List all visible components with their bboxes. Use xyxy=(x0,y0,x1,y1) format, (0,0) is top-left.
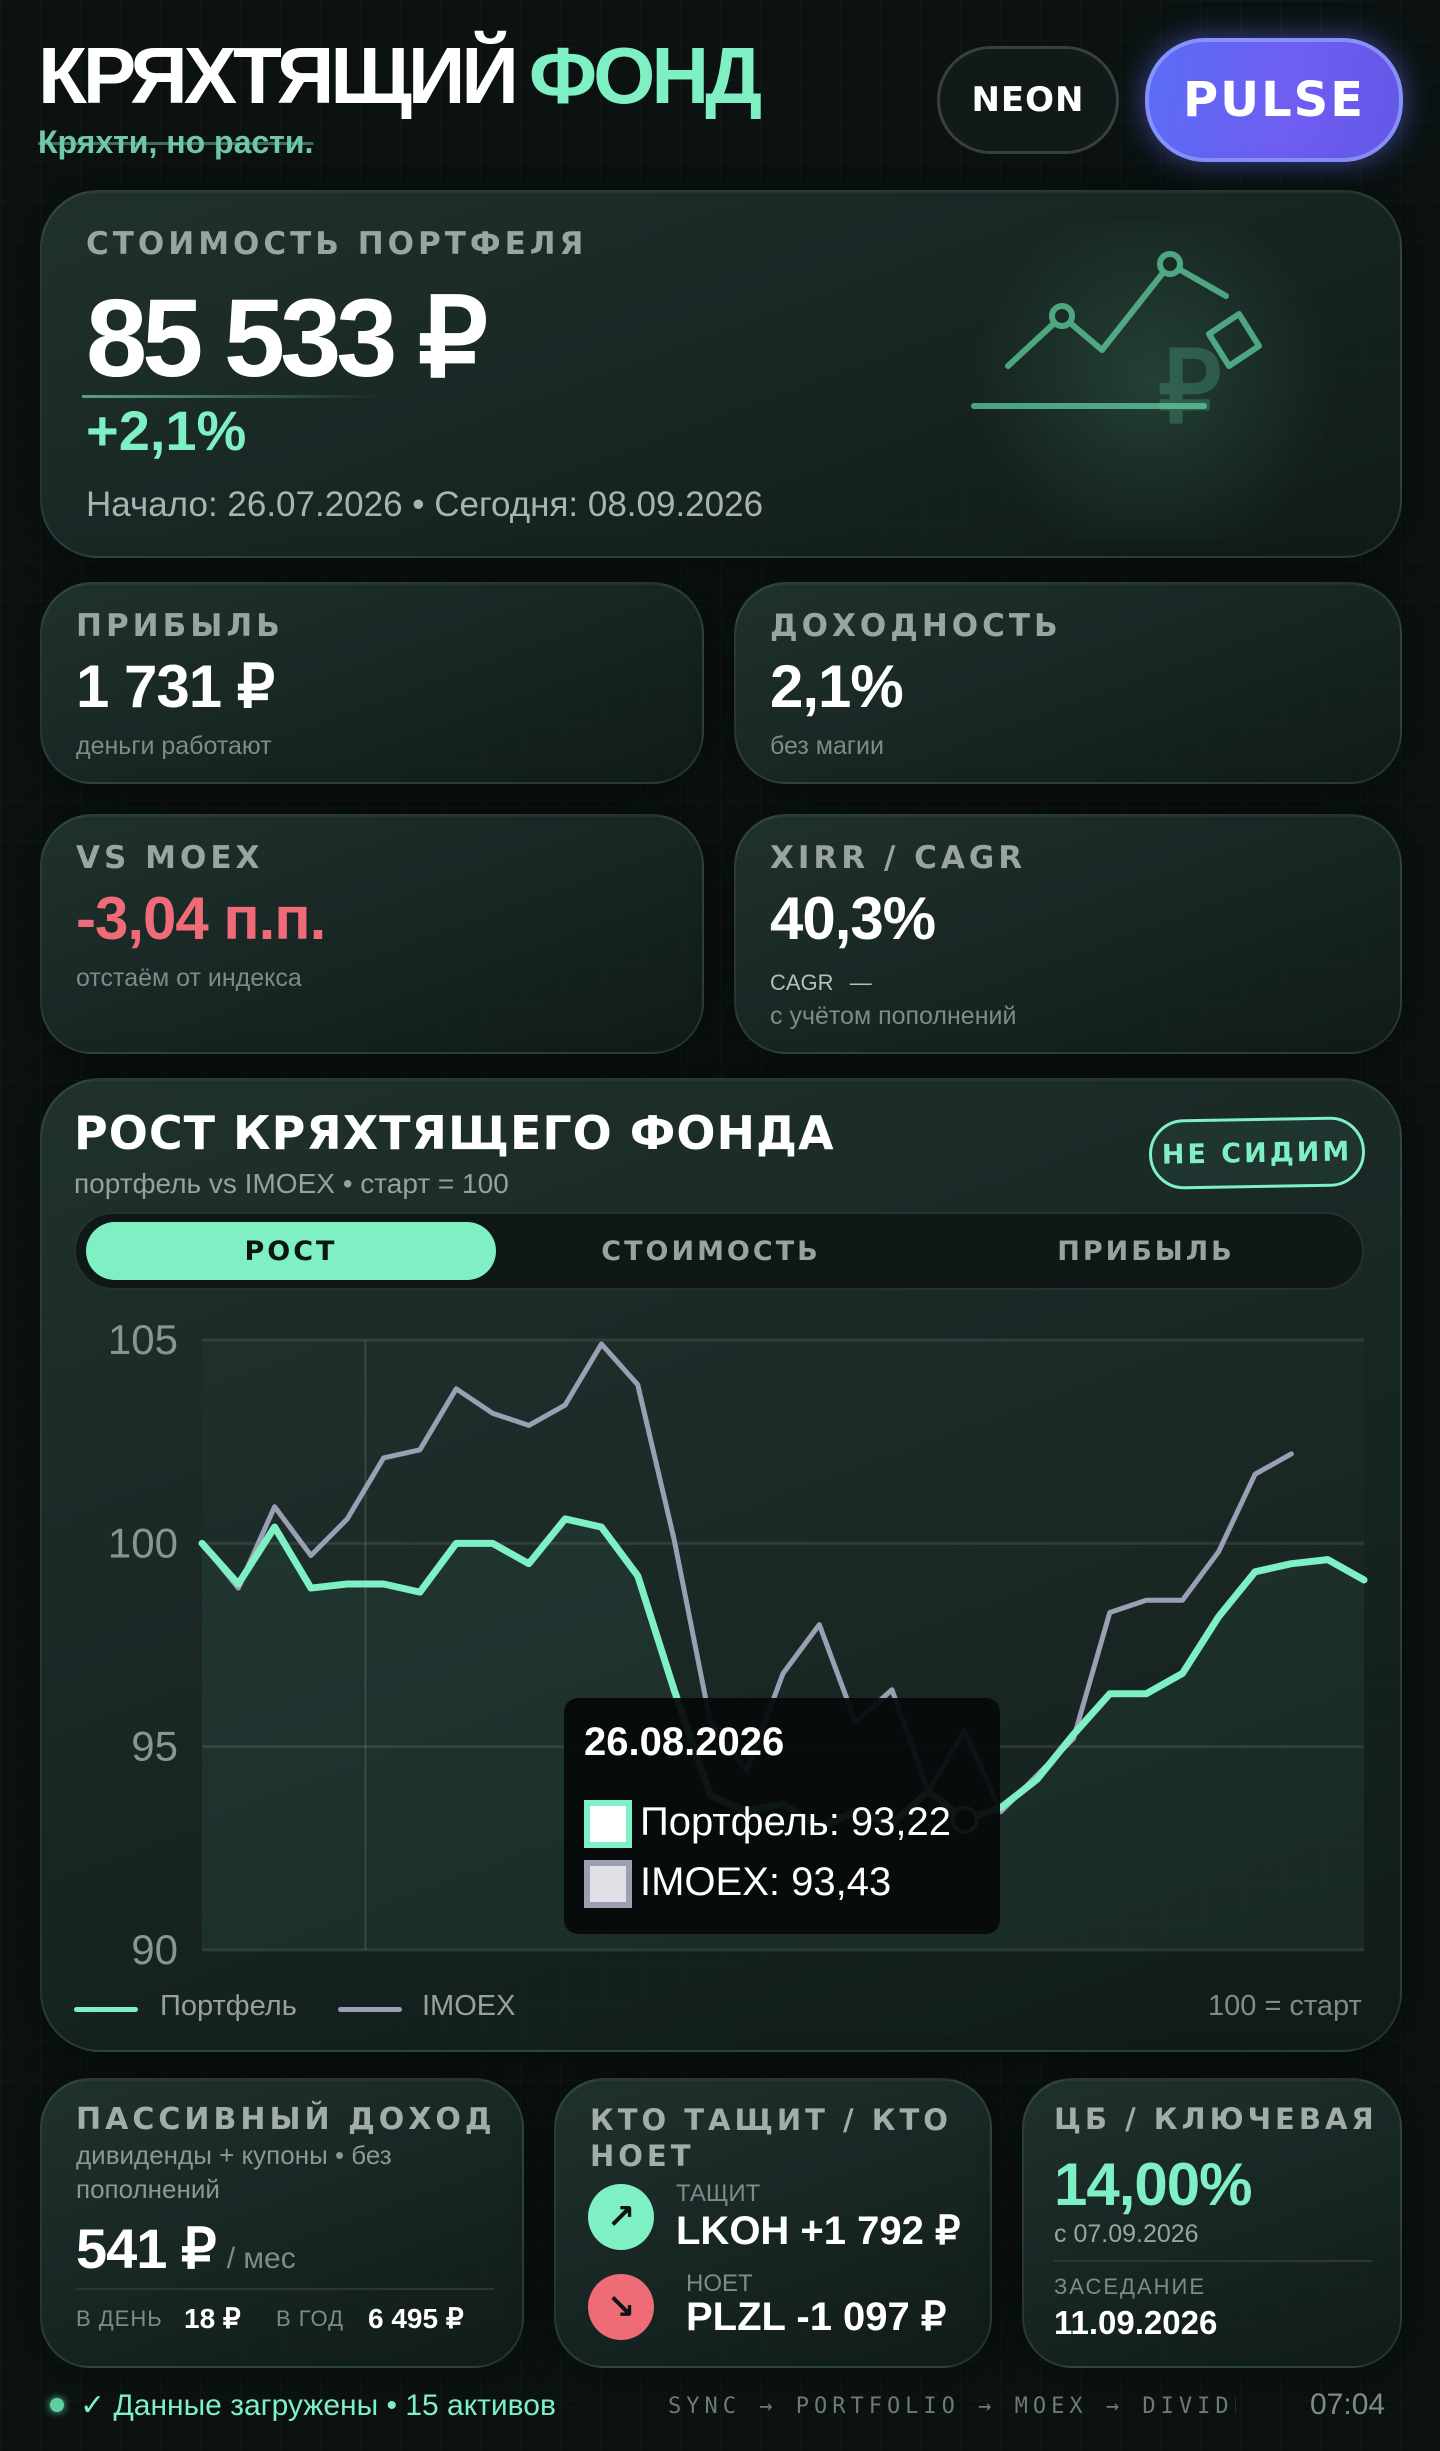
tooltip-imoex-swatch xyxy=(584,1860,632,1908)
yield-card: ДОХОДНОСТЬ 2,1% без магии xyxy=(734,582,1402,784)
vs-moex-sub: отстаём от индекса xyxy=(76,964,302,992)
tab-growth[interactable]: РОСТ xyxy=(86,1222,496,1280)
legend-note: 100 = старт xyxy=(1208,1990,1362,2022)
cagr-row: CAGR — xyxy=(770,970,872,996)
legend-portfolio-label: Портфель xyxy=(160,1990,297,2022)
passive-income-card: ПАССИВНЫЙ ДОХОД дивиденды + купоны • без… xyxy=(40,2078,524,2368)
portfolio-label: СТОИМОСТЬ ПОРТФЕЛЯ xyxy=(86,226,588,262)
vs-moex-card: VS MOEX -3,04 п.п. отстаём от индекса xyxy=(40,814,704,1054)
app-title: КРЯХТЯЩИЙ ФОНД xyxy=(38,30,762,122)
portfolio-card: СТОИМОСТЬ ПОРТФЕЛЯ 85 533 ₽ +2,1% Начало… xyxy=(40,190,1402,558)
portfolio-value: 85 533 ₽ xyxy=(86,277,488,400)
growth-subtitle: портфель vs IMOEX • старт = 100 xyxy=(74,1168,509,1199)
chart-tooltip: 26.08.2026 Портфель: 93,22 IMOEX: 93,43 xyxy=(564,1698,1000,1934)
profit-card: ПРИБЫЛЬ 1 731 ₽ деньги работают xyxy=(40,582,704,784)
tooltip-portfolio: Портфель: 93,22 xyxy=(640,1800,952,1844)
profit-label: ПРИБЫЛЬ xyxy=(76,608,284,644)
svg-text:₽: ₽ xyxy=(1158,332,1222,444)
tooltip-portfolio-swatch xyxy=(584,1800,632,1848)
status-text: ✓ Данные загружены • 15 активов xyxy=(80,2389,556,2422)
y-tick-label: 90 xyxy=(131,1926,178,1973)
yield-label: ДОХОДНОСТЬ xyxy=(770,608,1062,644)
profit-sub: деньги работают xyxy=(76,732,272,760)
growth-chart-icon: ₽ xyxy=(922,222,1342,542)
neon-theme-button[interactable]: NEON xyxy=(937,46,1119,154)
legend-imoex-swatch xyxy=(338,2007,402,2012)
portfolio-dates: Начало: 26.07.2026 • Сегодня: 08.09.2026 xyxy=(86,485,764,524)
meeting-date: 11.09.2026 xyxy=(1054,2304,1218,2341)
passive-day-label: В ДЕНЬ xyxy=(76,2306,163,2331)
clock: 07:04 xyxy=(1310,2388,1386,2421)
status-dot xyxy=(50,2398,64,2412)
legend-imoex-label: IMOEX xyxy=(422,1990,516,2022)
y-tick-label: 95 xyxy=(131,1723,178,1770)
pulse-theme-button[interactable]: PULSE xyxy=(1145,38,1403,162)
title-part-2: ФОНД xyxy=(528,31,762,120)
movers-card: КТО ТАЩИТ / КТО НОЕТ ↗ ТАЩИТ LKOH +1 792… xyxy=(554,2078,992,2368)
passive-value-row: 541 ₽ / мес xyxy=(76,2216,296,2282)
sync-ticker: SYNC → PORTFOLIO → MOEX → DIVIDEND xyxy=(668,2394,1236,2419)
growth-title: РОСТ КРЯХТЯЩЕГО ФОНДА xyxy=(74,1106,835,1160)
arrow-down-right-icon: ↘ xyxy=(588,2274,654,2340)
tab-value[interactable]: СТОИМОСТЬ xyxy=(506,1222,916,1280)
xirr-card: XIRR / CAGR 40,3% CAGR — с учётом пополн… xyxy=(734,814,1402,1054)
yield-value: 2,1% xyxy=(770,653,904,720)
tab-profit[interactable]: ПРИБЫЛЬ xyxy=(936,1222,1356,1280)
passive-label: ПАССИВНЫЙ ДОХОД xyxy=(76,2102,496,2137)
movers-down-value: PLZL -1 097 ₽ xyxy=(686,2295,947,2339)
legend-portfolio-swatch xyxy=(74,2007,138,2012)
tooltip-imoex: IMOEX: 93,43 xyxy=(640,1860,892,1904)
meeting-label: ЗАСЕДАНИЕ xyxy=(1054,2274,1206,2299)
cagr-label: CAGR xyxy=(770,970,834,995)
passive-year-label: В ГОД xyxy=(276,2306,344,2331)
not-sitting-badge[interactable]: НЕ СИДИМ xyxy=(1148,1116,1366,1190)
key-rate-value: 14,00% xyxy=(1054,2151,1252,2218)
movers-label: КТО ТАЩИТ / КТО НОЕТ xyxy=(590,2103,952,2173)
key-rate-card: ЦБ / КЛЮЧЕВАЯ 14,00% с 07.09.2026 ЗАСЕДА… xyxy=(1022,2078,1402,2368)
movers-up-label: ТАЩИТ xyxy=(676,2180,761,2207)
xirr-label: XIRR / CAGR xyxy=(770,840,1027,876)
profit-value: 1 731 ₽ xyxy=(76,653,275,720)
passive-divider xyxy=(76,2288,494,2290)
key-rate-label: ЦБ / КЛЮЧЕВАЯ xyxy=(1054,2102,1378,2136)
passive-value: 541 ₽ xyxy=(76,2217,217,2280)
xirr-sub: с учётом пополнений xyxy=(770,1002,1017,1030)
movers-up-value: LKOH +1 792 ₽ xyxy=(676,2209,961,2253)
passive-year-value: 6 495 ₽ xyxy=(368,2303,464,2334)
passive-unit: / мес xyxy=(226,2242,296,2275)
y-tick-label: 105 xyxy=(108,1316,178,1363)
key-rate-since: с 07.09.2026 xyxy=(1054,2220,1199,2248)
tooltip-date: 26.08.2026 xyxy=(584,1720,785,1764)
tagline: Кряхти, но расти. xyxy=(38,124,314,160)
vs-moex-label: VS MOEX xyxy=(76,840,264,876)
y-tick-label: 100 xyxy=(108,1519,178,1566)
chart-tabs: РОСТ СТОИМОСТЬ ПРИБЫЛЬ xyxy=(74,1212,1364,1290)
xirr-value: 40,3% xyxy=(770,885,936,952)
arrow-up-right-icon: ↗ xyxy=(588,2184,654,2250)
title-part-1: КРЯХТЯЩИЙ xyxy=(38,31,519,120)
passive-day-value: 18 ₽ xyxy=(184,2303,241,2334)
yield-sub: без магии xyxy=(770,732,884,760)
key-rate-divider xyxy=(1054,2260,1372,2262)
cagr-value: — xyxy=(849,970,872,995)
passive-sub: дивиденды + купоны • без пополнений xyxy=(76,2140,392,2204)
portfolio-change: +2,1% xyxy=(86,399,247,462)
vs-moex-value: -3,04 п.п. xyxy=(76,885,326,952)
